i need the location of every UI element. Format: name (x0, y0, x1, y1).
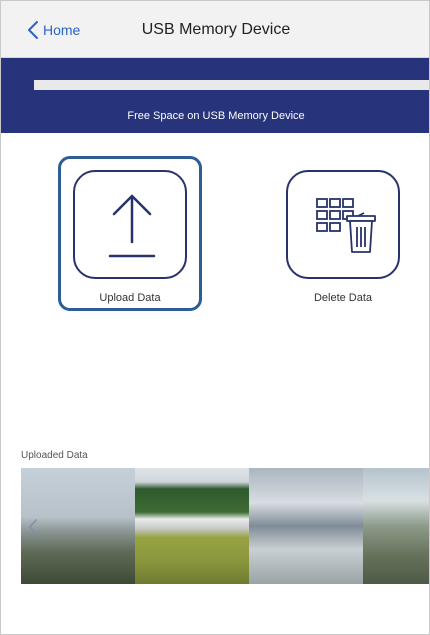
thumbnail-4[interactable] (363, 468, 429, 584)
uploaded-data-strip[interactable] (21, 468, 429, 584)
grid-trash-icon (316, 198, 376, 253)
thumbnail-2[interactable] (135, 468, 249, 584)
upload-data-tile[interactable] (73, 170, 187, 279)
delete-data-label: Delete Data (313, 292, 373, 304)
page-title: USB Memory Device (141, 21, 291, 38)
upload-data-label: Upload Data (99, 292, 161, 304)
upload-arrow-icon (108, 194, 156, 258)
free-space-label: Free Space on USB Memory Device (127, 110, 305, 122)
delete-data-button[interactable]: Delete Data (271, 156, 415, 311)
free-space-bar (34, 80, 429, 90)
upload-data-button[interactable]: Upload Data (58, 156, 202, 311)
strip-prev-button[interactable] (27, 518, 39, 536)
thumbnail-3[interactable] (249, 468, 363, 584)
uploaded-data-label: Uploaded Data (21, 450, 88, 461)
chevron-left-icon (29, 519, 37, 535)
delete-data-tile[interactable] (286, 170, 400, 279)
nav-bar: Home USB Memory Device (1, 1, 429, 58)
app-frame: Home USB Memory Device Free Space on USB… (0, 0, 430, 635)
free-space-panel: Free Space on USB Memory Device (1, 58, 429, 133)
